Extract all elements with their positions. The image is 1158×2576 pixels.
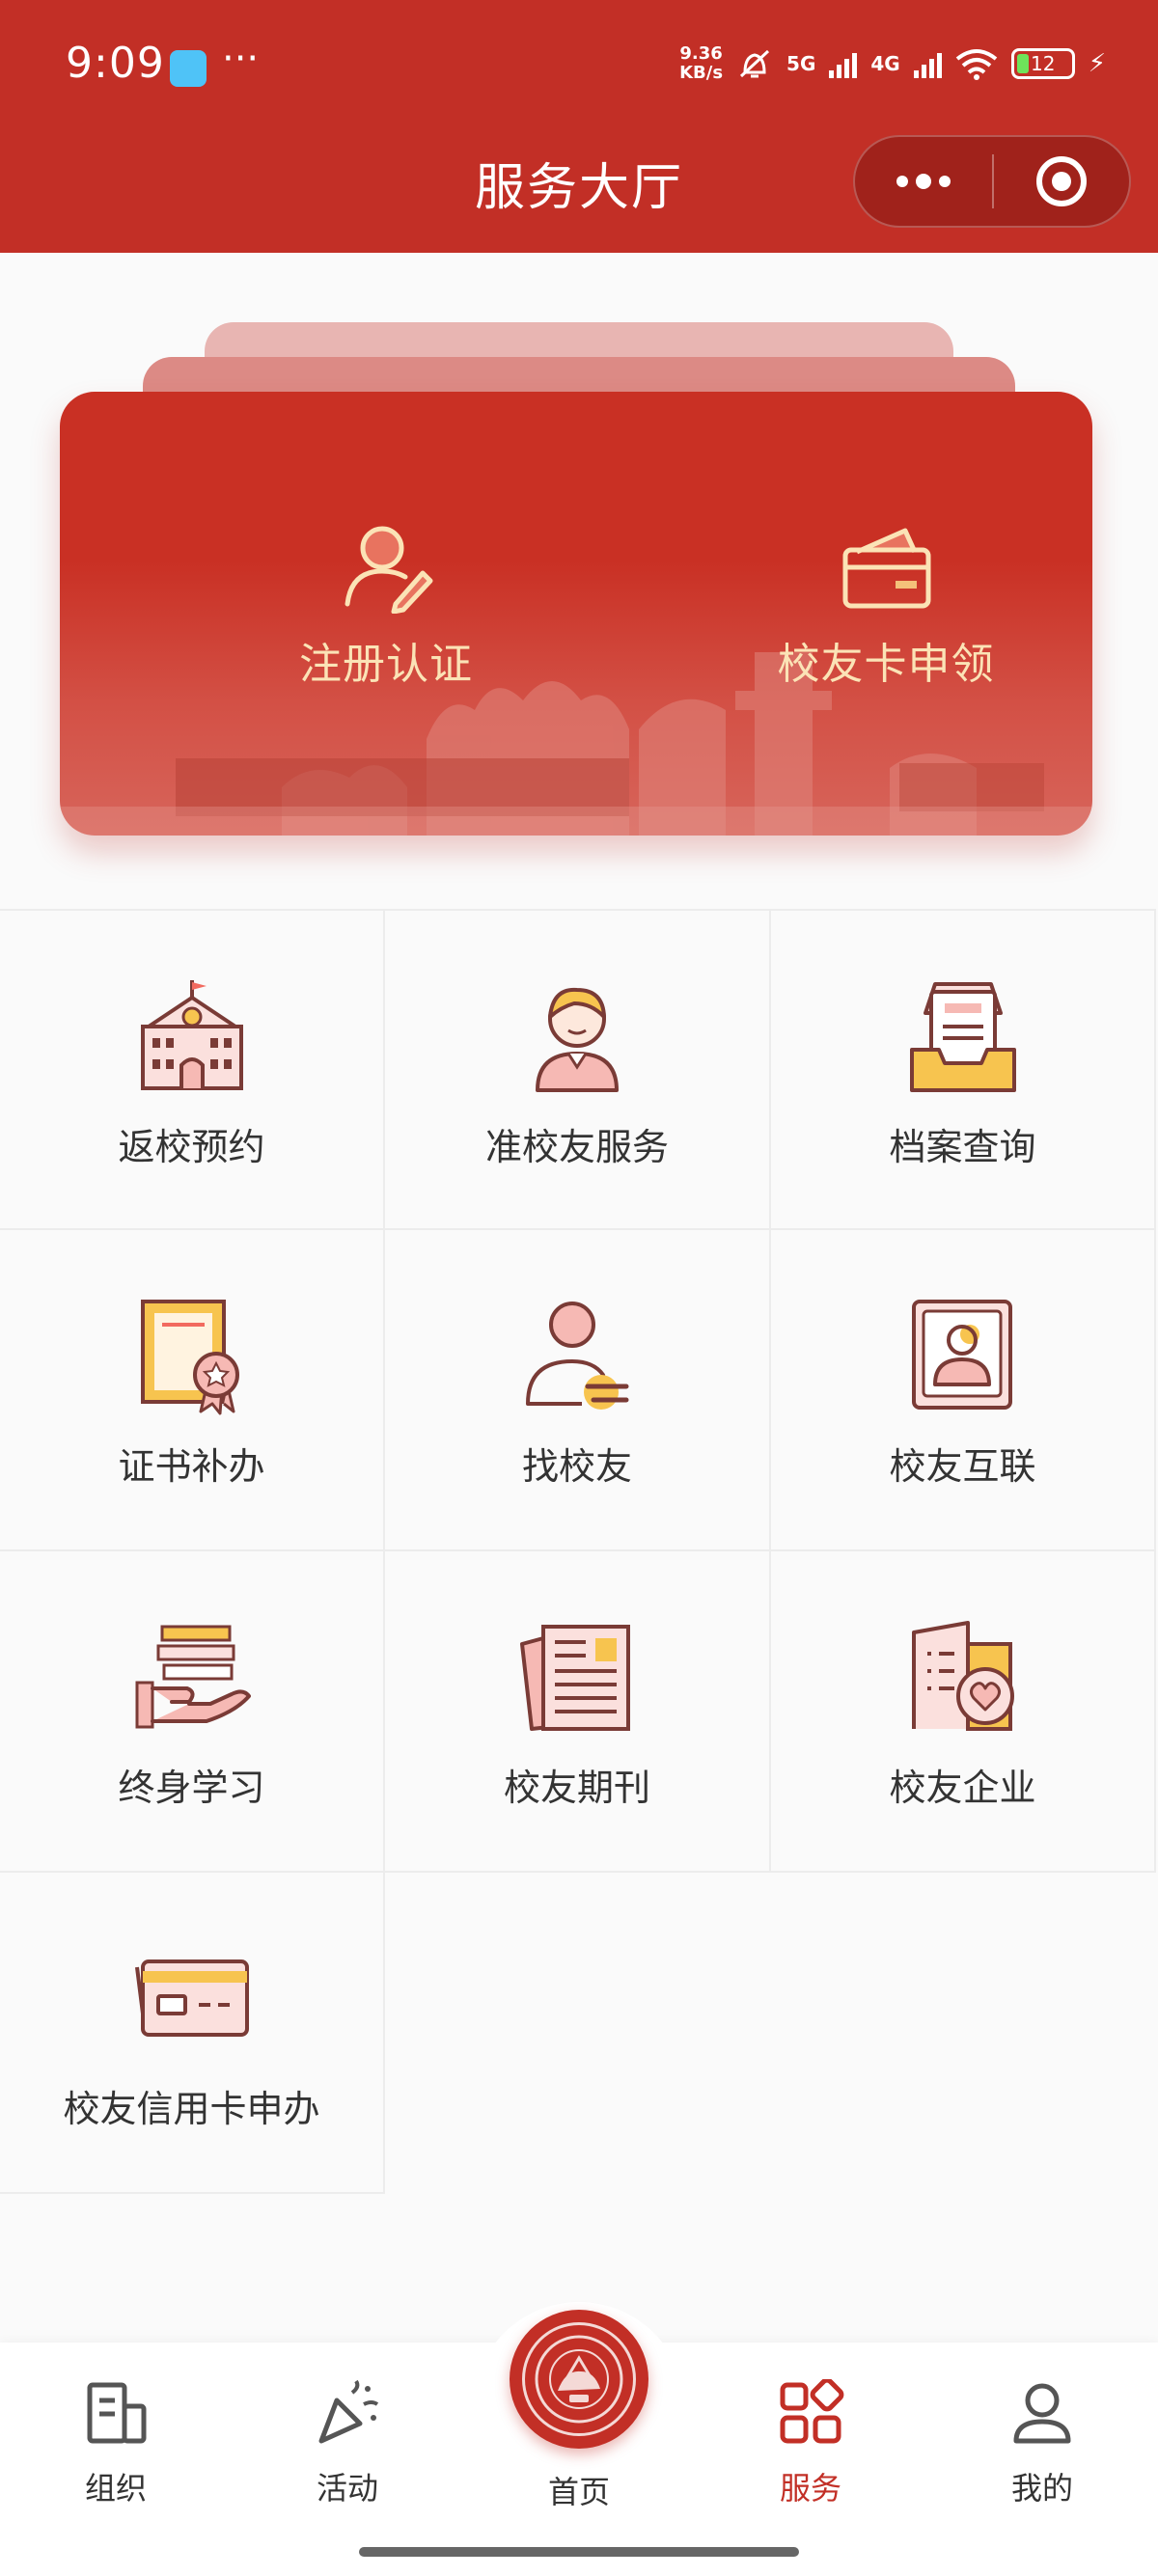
tab-services[interactable]: 服务 [724, 2379, 897, 2508]
notification-app-icon [170, 50, 207, 87]
service-label: 校友互联 [889, 1445, 1036, 1488]
alumni-card-apply-entry[interactable]: 校友卡申领 [693, 517, 1079, 691]
party-popper-icon [318, 2379, 379, 2444]
service-item-alumni-enterprise[interactable]: 校友企业 [771, 1551, 1156, 1873]
service-item-find-alumni[interactable]: 找校友 [385, 1230, 771, 1551]
signal-4g-label: 4G [870, 52, 900, 75]
service-label: 返校预约 [118, 1126, 265, 1168]
service-label: 找校友 [521, 1445, 632, 1488]
service-label: 证书补办 [118, 1445, 265, 1488]
status-indicators: 9.36 KB/s 5G 4G 12 ⚡ [679, 44, 1106, 83]
service-item-certificate-reissue[interactable]: 证书补办 [0, 1230, 385, 1551]
service-label: 准校友服务 [484, 1126, 669, 1168]
more-options-button[interactable] [855, 137, 992, 226]
books-hand-icon [135, 1625, 251, 1729]
find-person-icon [526, 1302, 629, 1410]
status-time: 9:09 [66, 39, 165, 88]
tab-home[interactable] [510, 2310, 648, 2449]
tab-mine[interactable]: 我的 [955, 2379, 1129, 2508]
mini-program-capsule [853, 135, 1131, 228]
tab-home-label: 首页 [547, 2474, 610, 2510]
signal-bars-icon [829, 49, 858, 78]
profile-icon [1013, 2383, 1071, 2444]
service-item-alumni-connect[interactable]: 校友互联 [771, 1230, 1156, 1551]
university-emblem-icon [522, 2322, 636, 2436]
signal-bars-icon [913, 49, 942, 78]
tab-label: 活动 [316, 2470, 378, 2507]
charging-icon: ⚡ [1088, 49, 1106, 78]
register-auth-entry[interactable]: 注册认证 [193, 517, 579, 691]
service-item-return-reservation[interactable]: 返校预约 [0, 909, 385, 1230]
target-icon [1035, 156, 1087, 206]
newspaper-icon [520, 1625, 630, 1731]
wifi-icon [955, 49, 997, 80]
services-grid-icon [780, 2379, 844, 2444]
organization-icon [87, 2382, 147, 2444]
certificate-icon [140, 1300, 239, 1415]
service-label: 校友信用卡申办 [63, 2088, 320, 2130]
home-indicator[interactable] [359, 2547, 799, 2557]
service-item-archive-query[interactable]: 档案查询 [771, 909, 1156, 1230]
service-grid: 返校预约 准校友服务 档案查询 证书补办 找校友 校友互联 终身学习 校友期刊 … [0, 909, 1158, 2194]
service-label: 校友企业 [889, 1767, 1036, 1809]
mute-bell-icon [740, 49, 770, 78]
service-label: 档案查询 [889, 1126, 1036, 1168]
alumni-card-apply-label: 校友卡申领 [777, 640, 995, 689]
battery-icon: 12 [1010, 48, 1075, 79]
network-speed: 9.36 KB/s [679, 43, 724, 83]
service-item-lifelong-learning[interactable]: 终身学习 [0, 1551, 385, 1873]
service-item-alumni-credit-card[interactable]: 校友信用卡申办 [0, 1873, 385, 2194]
credit-card-icon [134, 1959, 249, 2037]
top-bar: 9:09 ··· 9.36 KB/s 5G 4G 12 ⚡ 服务大厅 [0, 0, 1158, 253]
status-more: ··· [222, 37, 260, 81]
contact-card-icon [911, 1300, 1012, 1410]
hero-card: 注册认证 校友卡申领 [60, 392, 1092, 836]
register-auth-label: 注册认证 [299, 640, 473, 689]
tab-label: 组织 [84, 2470, 147, 2507]
service-item-pre-alumni[interactable]: 准校友服务 [385, 909, 771, 1230]
signal-5g-label: 5G [786, 52, 816, 75]
wallet-card-icon [842, 528, 931, 609]
service-label: 校友期刊 [503, 1767, 650, 1809]
register-user-edit-icon [345, 526, 433, 614]
tab-organization[interactable]: 组织 [29, 2379, 203, 2508]
close-mini-program-button[interactable] [994, 137, 1129, 226]
archive-tray-icon [909, 982, 1016, 1092]
service-item-alumni-journal[interactable]: 校友期刊 [385, 1551, 771, 1873]
tab-label: 服务 [779, 2470, 841, 2507]
school-building-icon [140, 980, 243, 1090]
tab-label: 我的 [1010, 2470, 1073, 2507]
tab-activities[interactable]: 活动 [261, 2379, 434, 2508]
service-label: 终身学习 [118, 1767, 265, 1809]
company-heart-icon [911, 1621, 1014, 1731]
student-avatar-icon [536, 987, 619, 1092]
